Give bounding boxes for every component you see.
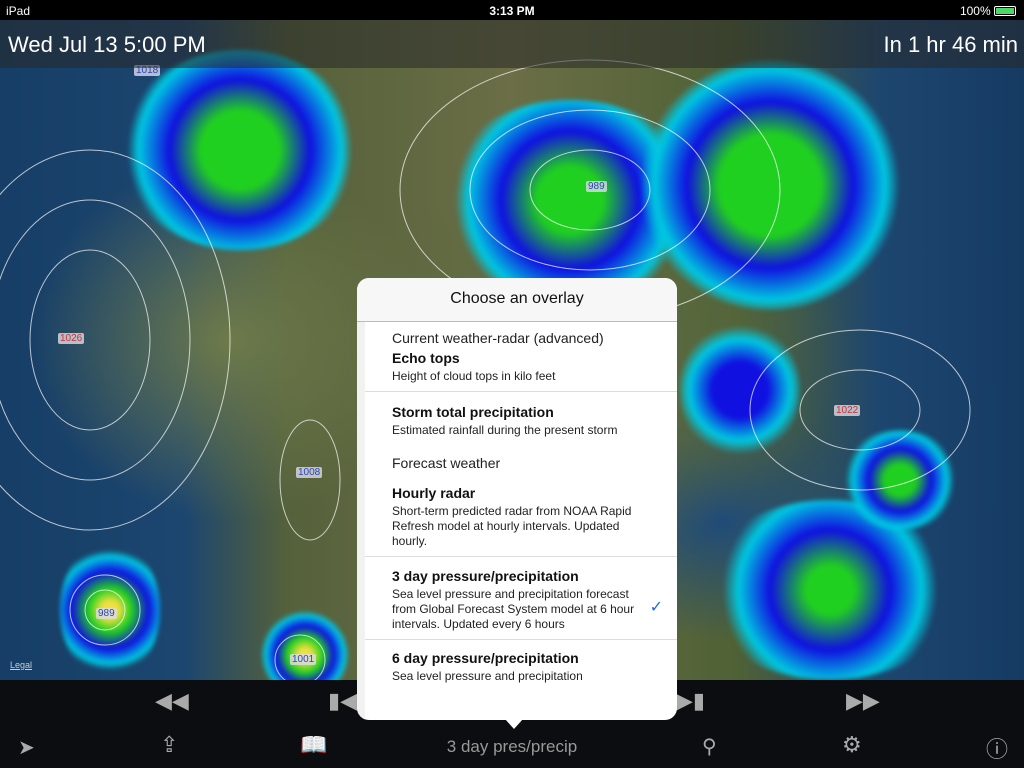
pressure-label: 989 [586,181,607,192]
pressure-label: 989 [96,608,117,619]
overlay-item-hourly-radar[interactable]: Hourly radar Short-term predicted radar … [365,471,677,557]
pressure-label: 1008 [296,467,323,478]
relative-time: In 1 hr 46 min [883,32,1018,57]
overlay-item-3day[interactable]: 3 day pressure/precipitation Sea level p… [365,557,677,640]
battery: 100% [960,4,1016,18]
overlay-list[interactable]: Current weather-radar (advanced) Echo to… [357,322,677,720]
overlay-item-storm-total[interactable]: Storm total precipitation Estimated rain… [365,392,677,445]
pressure-label: 1022 [834,405,861,416]
section-header: Current weather-radar (advanced) [392,330,604,346]
step-back-icon[interactable]: ▮◀ [328,688,357,714]
pressure-label: 1001 [290,654,317,665]
clock: 3:13 PM [489,4,535,18]
forecast-datetime: Wed Jul 13 5:00 PM [8,32,206,57]
fast-forward-icon[interactable]: ▶▶ [846,688,880,714]
status-bar: iPad 3:13 PM 100% [0,0,1024,20]
rewind-icon[interactable]: ◀◀ [155,688,189,714]
time-header: Wed Jul 13 5:00 PM In 1 hr 46 min [0,20,1024,68]
overlay-item-6day[interactable]: 6 day pressure/precipitation Sea level p… [365,640,677,691]
checkmark-icon: ✓ [649,599,663,616]
popover-title: Choose an overlay [357,278,677,322]
section-header: Forecast weather [392,455,501,471]
overlay-selector-button[interactable]: 3 day pres/precip [0,737,1024,757]
overlay-popover: Choose an overlay Current weather-radar … [357,278,677,720]
legal-link[interactable]: Legal [10,660,32,670]
battery-icon [994,6,1016,16]
step-forward-icon[interactable]: ▶▮ [676,688,705,714]
pressure-label: 1026 [58,333,85,344]
popover-arrow [505,719,523,729]
overlay-item-echo-tops[interactable]: Echo tops Height of cloud tops in kilo f… [365,346,677,392]
